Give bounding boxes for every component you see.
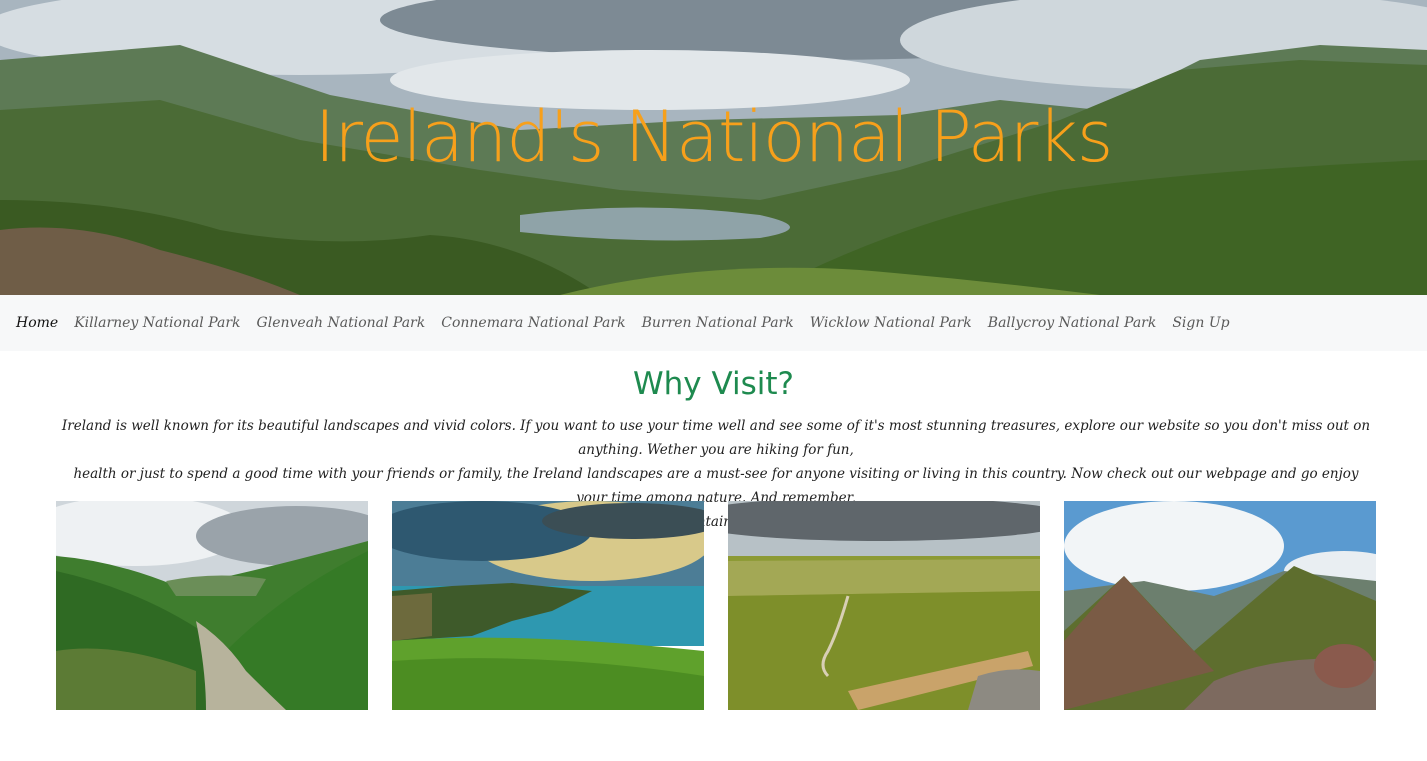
site-title: Ireland's National Parks [314,96,1114,178]
main-navigation: Home Killarney National Park Glenveah Na… [0,295,1427,351]
gallery-photo-cliffs [392,501,704,710]
nav-home[interactable]: Home [16,315,58,331]
intro-line: Ireland is well known for its beautiful … [61,418,1371,458]
nav-ballycroy[interactable]: Ballycroy National Park [988,315,1157,331]
gallery-photo-ridge [1064,501,1376,710]
gallery-photo-valley [56,501,368,710]
nav-sign-up[interactable]: Sign Up [1172,315,1229,331]
gallery-photo-boardwalk [728,501,1040,710]
hero-banner: Ireland's National Parks [0,0,1427,295]
nav-glenveah[interactable]: Glenveah National Park [257,315,426,331]
nav-wicklow[interactable]: Wicklow National Park [810,315,972,331]
nav-killarney[interactable]: Killarney National Park [74,315,240,331]
nav-burren[interactable]: Burren National Park [642,315,794,331]
photo-gallery [56,501,1376,710]
section-title: Why Visit? [632,366,794,402]
nav-connemara[interactable]: Connemara National Park [441,315,625,331]
